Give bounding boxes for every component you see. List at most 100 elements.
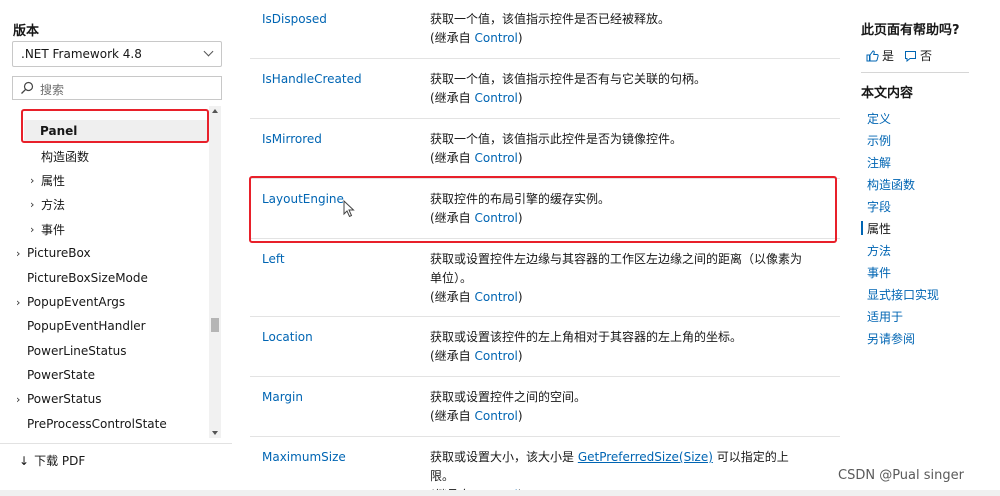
toc-link[interactable]: 字段 <box>867 198 891 215</box>
scroll-up-icon[interactable] <box>212 109 218 113</box>
inherited-prefix: (继承自 <box>430 409 475 423</box>
feedback-no-button[interactable]: 否 <box>904 47 932 64</box>
chevron-right-icon[interactable]: › <box>16 393 26 406</box>
tree-item[interactable]: PowerState <box>12 364 95 386</box>
toc-link[interactable]: 示例 <box>867 132 891 149</box>
in-this-article-title: 本文内容 <box>861 86 914 101</box>
property-name-link[interactable]: IsDisposed <box>262 12 327 26</box>
version-select[interactable]: .NET Framework 4.8 <box>12 41 222 67</box>
toc-link[interactable]: 适用于 <box>867 308 903 325</box>
filter-input[interactable]: 搜索 <box>12 76 222 100</box>
tree-item-label: PowerState <box>27 368 96 382</box>
inherited-from: (继承自 Control) <box>430 149 810 168</box>
tree-item-label: PreProcessControlState <box>27 417 167 431</box>
toc-link[interactable]: 事件 <box>867 264 891 281</box>
control-class-link[interactable]: Control <box>475 151 518 165</box>
tree-item-label: PowerLineStatus <box>27 344 127 358</box>
property-description: 获取或设置该控件的左上角相对于其容器的左上角的坐标。 (继承自 Control) <box>430 328 810 366</box>
inherited-suffix: ) <box>517 290 523 304</box>
chevron-right-icon[interactable]: › <box>30 223 40 236</box>
property-description: 获取一个值，该值指示此控件是否为镜像控件。 (继承自 Control) <box>430 130 810 168</box>
property-name-link[interactable]: Left <box>262 252 285 266</box>
control-class-link[interactable]: Control <box>475 409 518 423</box>
tree-item[interactable]: PreProcessControlState <box>12 413 167 435</box>
tree-item-label: PowerStatus <box>27 392 102 406</box>
description-text: 获取或设置控件之间的空间。 <box>430 390 587 404</box>
property-description: 获取一个值，该值指示控件是否已经被释放。 (继承自 Control) <box>430 10 810 48</box>
version-select-value: .NET Framework 4.8 <box>21 47 142 61</box>
highlight-box-panel <box>21 109 209 143</box>
comment-icon <box>905 50 917 62</box>
property-row: IsHandleCreated 获取一个值，该值指示控件是否有与它关联的句柄。 (继… <box>250 58 840 118</box>
inherited-suffix: ) <box>517 91 523 105</box>
control-class-link[interactable]: Control <box>475 290 518 304</box>
property-name-link[interactable]: IsHandleCreated <box>262 72 362 86</box>
inherited-prefix: (继承自 <box>430 349 475 363</box>
inherited-prefix: (继承自 <box>430 290 475 304</box>
control-class-link[interactable]: Control <box>475 349 518 363</box>
toc-link[interactable]: 属性 <box>867 220 891 237</box>
tree-item[interactable]: 构造函数 <box>12 145 89 167</box>
tree-scrollbar[interactable] <box>209 106 221 438</box>
divider <box>861 72 969 73</box>
divider <box>0 443 232 444</box>
description-text: 获取一个值，该值指示控件是否已经被释放。 <box>430 12 671 26</box>
description-text: 获取或设置大小，该大小是 <box>430 450 578 464</box>
tree-item-label: PictureBox <box>27 246 91 260</box>
inherited-prefix: (继承自 <box>430 91 475 105</box>
tree-item[interactable]: PictureBoxSizeMode <box>12 267 148 289</box>
tree-item[interactable]: › PowerStatus <box>12 388 102 410</box>
property-description: 获取或设置控件之间的空间。 (继承自 Control) <box>430 388 810 426</box>
inherited-prefix: (继承自 <box>430 151 475 165</box>
toc-link[interactable]: 定义 <box>867 110 891 127</box>
feedback-yes-button[interactable]: 是 <box>866 47 894 64</box>
property-row: IsMirrored 获取一个值，该值指示此控件是否为镜像控件。 (继承自 Cont… <box>250 118 840 178</box>
tree-item[interactable]: PowerLineStatus <box>12 340 127 362</box>
tree-item[interactable]: › PopupEventArgs <box>12 291 125 313</box>
tree-item-label: 构造函数 <box>41 149 90 164</box>
scrollbar-thumb[interactable] <box>211 318 219 332</box>
toc-active-marker <box>861 221 863 235</box>
highlight-box-layoutengine <box>249 176 837 243</box>
mouse-cursor-icon <box>343 200 355 218</box>
inherited-from: (继承自 Control) <box>430 407 810 426</box>
tree-item-label: PopupEventArgs <box>27 295 126 309</box>
tree-item[interactable]: › 事件 <box>12 218 65 240</box>
property-row: Location 获取或设置该控件的左上角相对于其容器的左上角的坐标。 (继承自 C… <box>250 316 840 376</box>
feedback-buttons: 是 否 <box>866 47 942 64</box>
chevron-right-icon[interactable]: › <box>30 174 40 187</box>
scroll-down-icon[interactable] <box>212 431 218 435</box>
toc-link[interactable]: 注解 <box>867 154 891 171</box>
inherited-suffix: ) <box>517 409 523 423</box>
tree-item[interactable]: › PictureBox <box>12 242 91 264</box>
inherited-from: (继承自 Control) <box>430 89 810 108</box>
control-class-link[interactable]: Control <box>475 31 518 45</box>
chevron-right-icon[interactable]: › <box>16 296 26 309</box>
download-pdf-link[interactable]: ↓ 下载 PDF <box>19 452 85 469</box>
tree-item[interactable]: › 方法 <box>12 193 65 215</box>
toc-link[interactable]: 方法 <box>867 242 891 259</box>
property-name-link[interactable]: Margin <box>262 390 303 404</box>
toc-tree: Panel 构造函数 › 属性 › 方法 › 事件 › PictureBox PictureBoxS… <box>12 106 208 440</box>
getpreferredsize-link[interactable]: GetPreferredSize(Size) <box>578 450 713 464</box>
inherited-suffix: ) <box>517 349 523 363</box>
property-row: Margin 获取或设置控件之间的空间。 (继承自 Control) <box>250 376 840 436</box>
property-name-link[interactable]: IsMirrored <box>262 132 322 146</box>
chevron-right-icon[interactable]: › <box>16 247 26 260</box>
description-text: 获取或设置控件左边缘与其容器的工作区左边缘之间的距离（以像素为单位）。 <box>430 252 803 285</box>
toc-link[interactable]: 显式接口实现 <box>867 286 939 303</box>
left-sidebar: 版本 .NET Framework 4.8 搜索 Panel 构造函数 › 属性 › 方法… <box>0 0 232 496</box>
toc-link[interactable]: 构造函数 <box>867 176 915 193</box>
toc-link[interactable]: 另请参阅 <box>867 330 915 347</box>
chevron-right-icon[interactable]: › <box>30 198 40 211</box>
inherited-from: (继承自 Control) <box>430 288 810 307</box>
feedback-title: 此页面有帮助吗? <box>861 23 960 38</box>
thumbs-up-icon <box>866 49 879 61</box>
property-name-link[interactable]: MaximumSize <box>262 450 346 464</box>
property-name-link[interactable]: Location <box>262 330 313 344</box>
chevron-down-icon <box>203 46 214 57</box>
tree-item[interactable]: › 属性 <box>12 169 65 191</box>
tree-item-label: PictureBoxSizeMode <box>27 271 148 285</box>
tree-item[interactable]: PopupEventHandler <box>12 315 146 337</box>
control-class-link[interactable]: Control <box>475 91 518 105</box>
